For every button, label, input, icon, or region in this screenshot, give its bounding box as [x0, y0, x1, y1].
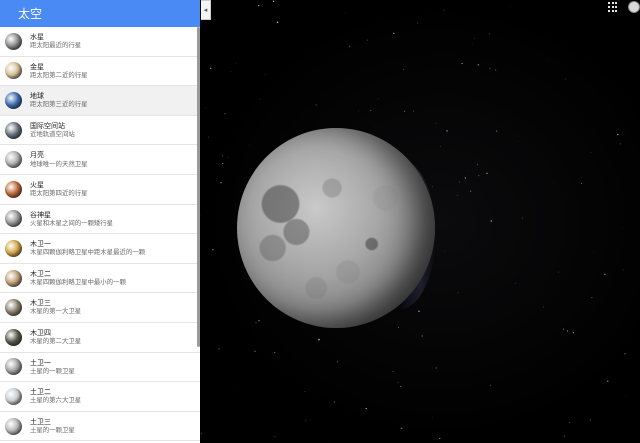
item-description: 木星的第二大卫星 — [30, 337, 82, 346]
panel-scrollbar[interactable] — [197, 27, 200, 347]
item-description: 木星的第一大卫星 — [30, 307, 82, 316]
item-name: 金星 — [30, 62, 44, 71]
planet-thumbnail-icon — [5, 387, 22, 405]
space-view[interactable] — [200, 0, 640, 443]
item-name: 木卫四 — [30, 329, 51, 338]
planet-thumbnail-icon — [5, 121, 22, 139]
item-name: 木卫二 — [30, 269, 51, 278]
planet-thumbnail-icon — [5, 62, 22, 80]
list-item[interactable]: 月亮 地球唯一的天然卫星 — [0, 145, 200, 175]
item-description: 距太阳第三近的行星 — [30, 100, 88, 109]
panel-title: 太空 — [18, 7, 43, 21]
list-item[interactable]: 土卫一 土星的一颗卫星 — [0, 353, 200, 383]
planet-thumbnail-icon — [5, 91, 22, 109]
list-item[interactable]: 火星 距太阳第四近的行星 — [0, 175, 200, 205]
planet-thumbnail-icon — [5, 328, 22, 346]
list-item[interactable]: 土卫三 土星的一颗卫星 — [0, 412, 200, 442]
item-name: 土卫三 — [30, 417, 51, 426]
planet-thumbnail-icon — [5, 269, 22, 287]
list-item[interactable]: 水星 距太阳最近的行星 — [0, 27, 200, 57]
list-item[interactable]: 木卫二 木星四颗伽利略卫星中最小的一颗 — [0, 264, 200, 294]
collapse-panel-button[interactable]: ◂ — [201, 0, 211, 20]
app-root: 太空 水星 距太阳最近的行星 金星 距太阳第二近的行星 地球 距太阳第三近的行星 国际空间站… — [0, 0, 640, 443]
item-description: 木星四颗伽利略卫星中距木星最近的一颗 — [30, 248, 146, 257]
item-description: 木星四颗伽利略卫星中最小的一颗 — [30, 277, 126, 286]
list-item[interactable]: 木卫一 木星四颗伽利略卫星中距木星最近的一颗 — [0, 234, 200, 264]
list-item[interactable]: 木卫四 木星的第二大卫星 — [0, 323, 200, 353]
item-name: 国际空间站 — [30, 121, 65, 130]
item-description: 距太阳最近的行星 — [30, 41, 82, 50]
list-item[interactable]: 国际空间站 近地轨道空间站 — [0, 116, 200, 146]
chevron-left-icon: ◂ — [203, 6, 208, 14]
account-avatar[interactable] — [628, 1, 640, 13]
planet-thumbnail-icon — [5, 417, 22, 435]
planet-thumbnail-icon — [5, 210, 22, 228]
planet-thumbnail-icon — [5, 239, 22, 257]
item-description: 土星的一颗卫星 — [30, 366, 75, 375]
item-description: 火星和木星之间的一颗矮行星 — [30, 218, 114, 227]
item-name: 土卫一 — [30, 358, 51, 367]
planet-thumbnail-icon — [5, 151, 22, 169]
item-description: 近地轨道空间站 — [30, 129, 75, 138]
list-item[interactable]: 谷神星 火星和木星之间的一颗矮行星 — [0, 205, 200, 235]
planet-thumbnail-icon — [5, 32, 22, 50]
item-description: 地球唯一的天然卫星 — [30, 159, 88, 168]
item-name: 水星 — [30, 33, 44, 42]
side-panel: 太空 水星 距太阳最近的行星 金星 距太阳第二近的行星 地球 距太阳第三近的行星 国际空间站… — [0, 0, 200, 443]
apps-grid-icon[interactable] — [608, 2, 618, 12]
planet-thumbnail-icon — [5, 358, 22, 376]
item-description: 土星的第六大卫星 — [30, 396, 82, 405]
item-description: 距太阳第二近的行星 — [30, 70, 88, 79]
item-name: 火星 — [30, 181, 44, 190]
list-item[interactable]: 地球 距太阳第三近的行星 — [0, 86, 200, 116]
celestial-body-list: 水星 距太阳最近的行星 金星 距太阳第二近的行星 地球 距太阳第三近的行星 国际空间站 近地轨… — [0, 27, 200, 442]
planet-thumbnail-icon — [5, 180, 22, 198]
planet-thumbnail-icon — [5, 299, 22, 317]
moon-globe[interactable] — [237, 128, 435, 328]
list-item[interactable]: 金星 距太阳第二近的行星 — [0, 57, 200, 87]
panel-header: 太空 — [0, 0, 200, 27]
item-description: 距太阳第四近的行星 — [30, 189, 88, 198]
item-name: 月亮 — [30, 151, 44, 160]
item-name: 谷神星 — [30, 210, 51, 219]
item-description: 土星的一颗卫星 — [30, 425, 75, 434]
list-item[interactable]: 木卫三 木星的第一大卫星 — [0, 293, 200, 323]
list-item[interactable]: 土卫二 土星的第六大卫星 — [0, 382, 200, 412]
